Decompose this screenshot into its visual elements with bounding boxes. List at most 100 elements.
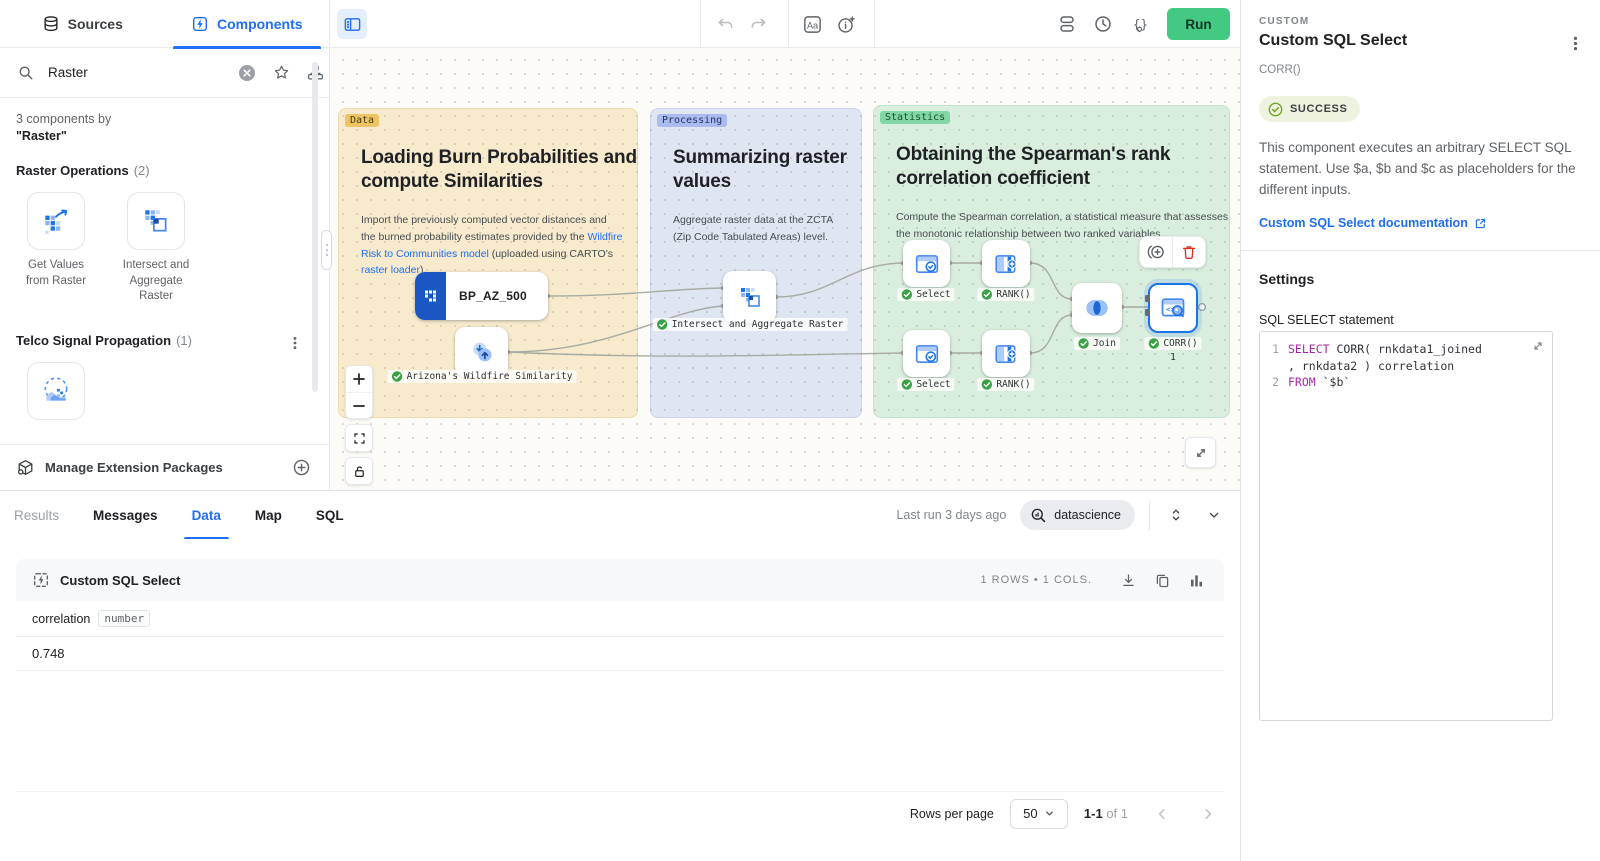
tab-data[interactable]: Data (192, 491, 221, 539)
duplicate-node-button[interactable] (1140, 237, 1172, 267)
panel-toggle-button[interactable] (337, 9, 367, 39)
versions-button[interactable] (1052, 9, 1082, 39)
raster-operations-cards: Get Values from Raster Intersect and Agg… (16, 192, 313, 305)
sql-code-line: 1 SELECT CORR( rnkdata1_joined (1260, 341, 1552, 358)
add-info-button[interactable] (831, 9, 861, 39)
group-telco-signal-propagation: Telco Signal Propagation (1) (16, 333, 313, 348)
text-annotation-button[interactable]: Aa (797, 9, 827, 39)
node-intersect-aggregate[interactable] (723, 271, 776, 323)
workflow-canvas[interactable]: Data Loading Burn Probabilities and comp… (331, 48, 1240, 490)
favorites-filter-button[interactable] (269, 61, 293, 85)
node-label-text: Select (916, 289, 950, 300)
group-more-button[interactable] (283, 331, 307, 355)
undo-button[interactable] (710, 9, 740, 39)
rank-icon (993, 251, 1019, 277)
select-icon (914, 251, 940, 277)
extension-packages-footer: Manage Extension Packages (0, 444, 329, 490)
raster-values-icon (41, 206, 71, 236)
text-aa-icon: Aa (802, 14, 823, 35)
run-button[interactable]: Run (1167, 8, 1230, 40)
documentation-link[interactable]: Custom SQL Select documentation (1259, 216, 1487, 230)
expand-editor-button[interactable] (1532, 340, 1544, 352)
tab-components-label: Components (217, 16, 303, 32)
collapse-panel-button[interactable] (1202, 503, 1226, 527)
components-icon (191, 15, 209, 33)
info-plus-icon (836, 14, 857, 35)
component-intersect-aggregate-raster[interactable]: Intersect and Aggregate Raster (116, 192, 196, 305)
resize-panel-button[interactable] (1164, 503, 1188, 527)
node-select-1[interactable] (903, 240, 950, 287)
redo-button[interactable] (744, 9, 774, 39)
tab-sources[interactable]: Sources (0, 0, 165, 48)
component-telco-signal[interactable] (16, 362, 96, 420)
corr-input-port-a[interactable] (1145, 295, 1150, 302)
telco-cards (16, 362, 313, 420)
sidebar-resize-handle[interactable] (321, 230, 332, 270)
zoom-in-button[interactable] (346, 366, 372, 392)
toolbar-divider (700, 0, 701, 47)
check-icon (1078, 338, 1089, 349)
node-label: BP_AZ_500 (446, 289, 527, 303)
node-source-table[interactable]: BP_AZ_500 (415, 272, 548, 320)
table-row[interactable]: 0.748 (16, 637, 1224, 671)
tab-sql[interactable]: SQL (316, 491, 344, 539)
check-icon (1148, 338, 1159, 349)
fit-view-button[interactable] (346, 425, 372, 451)
lock-button[interactable] (346, 458, 372, 484)
braces-gear-icon: {} (1129, 14, 1150, 35)
column-type-badge: number (98, 610, 150, 627)
history-button[interactable] (1088, 9, 1118, 39)
node-label-rank-2: RANK() (977, 378, 1034, 391)
previous-page-button[interactable] (1150, 802, 1174, 826)
chart-view-button[interactable] (1184, 568, 1208, 592)
component-more-button[interactable] (1562, 30, 1588, 56)
tab-components[interactable]: Components (165, 0, 330, 48)
node-select-2[interactable] (903, 330, 950, 377)
node-corr-selected[interactable]: <> (1148, 283, 1198, 333)
node-label-join: Join (1074, 337, 1120, 350)
manage-extensions-label[interactable]: Manage Extension Packages (45, 460, 279, 475)
delete-node-button[interactable] (1172, 237, 1205, 267)
results-tab-bar: Results Messages Data Map SQL Last run 3… (0, 491, 1240, 539)
svg-text:Aa: Aa (806, 20, 818, 30)
tab-label: SQL (316, 508, 344, 523)
expand-canvas-button[interactable] (1185, 437, 1216, 468)
rows-per-page-select[interactable]: 50 (1010, 799, 1068, 829)
check-icon (981, 379, 992, 390)
copy-button[interactable] (1150, 568, 1174, 592)
tab-label: Messages (93, 508, 158, 523)
sidebar-scrollbar[interactable] (312, 62, 318, 392)
line-number (1260, 358, 1288, 375)
sql-editor[interactable]: 1 SELECT CORR( rnkdata1_joined , rnkdata… (1259, 331, 1553, 721)
tab-label: Map (255, 508, 282, 523)
component-label: Get Values from Raster (16, 258, 96, 289)
check-icon (657, 319, 668, 330)
check-icon (901, 289, 912, 300)
telco-signal-icon (40, 375, 72, 407)
tab-map[interactable]: Map (255, 491, 282, 539)
results-panel: Results Messages Data Map SQL Last run 3… (0, 490, 1240, 861)
clear-search-button[interactable] (235, 61, 259, 85)
corr-input-port-b[interactable] (1145, 309, 1150, 316)
tab-messages[interactable]: Messages (93, 491, 158, 539)
group-title: Telco Signal Propagation (16, 333, 171, 348)
add-extension-button[interactable] (289, 456, 313, 480)
column-header-row: correlation number (16, 601, 1224, 637)
connection-badge[interactable]: datascience (1020, 500, 1135, 530)
pagination-bar: Rows per page 50 1-1 of 1 (16, 791, 1224, 835)
line-number: 2 (1260, 374, 1288, 391)
tab-results[interactable]: Results (14, 491, 59, 539)
node-label-select-1: Select (897, 288, 954, 301)
chevron-down-icon (1044, 808, 1055, 819)
line-number: 1 (1260, 341, 1288, 358)
node-rank-2[interactable] (982, 330, 1030, 377)
download-button[interactable] (1116, 568, 1140, 592)
component-get-values-from-raster[interactable]: Get Values from Raster (16, 192, 96, 305)
node-rank-1[interactable] (982, 240, 1030, 287)
node-join[interactable] (1072, 283, 1122, 333)
next-page-button[interactable] (1196, 802, 1220, 826)
search-input[interactable] (48, 65, 225, 80)
component-description: This component executes an arbitrary SEL… (1259, 138, 1585, 201)
code-settings-button[interactable]: {} (1124, 9, 1154, 39)
zoom-out-button[interactable] (346, 392, 372, 418)
